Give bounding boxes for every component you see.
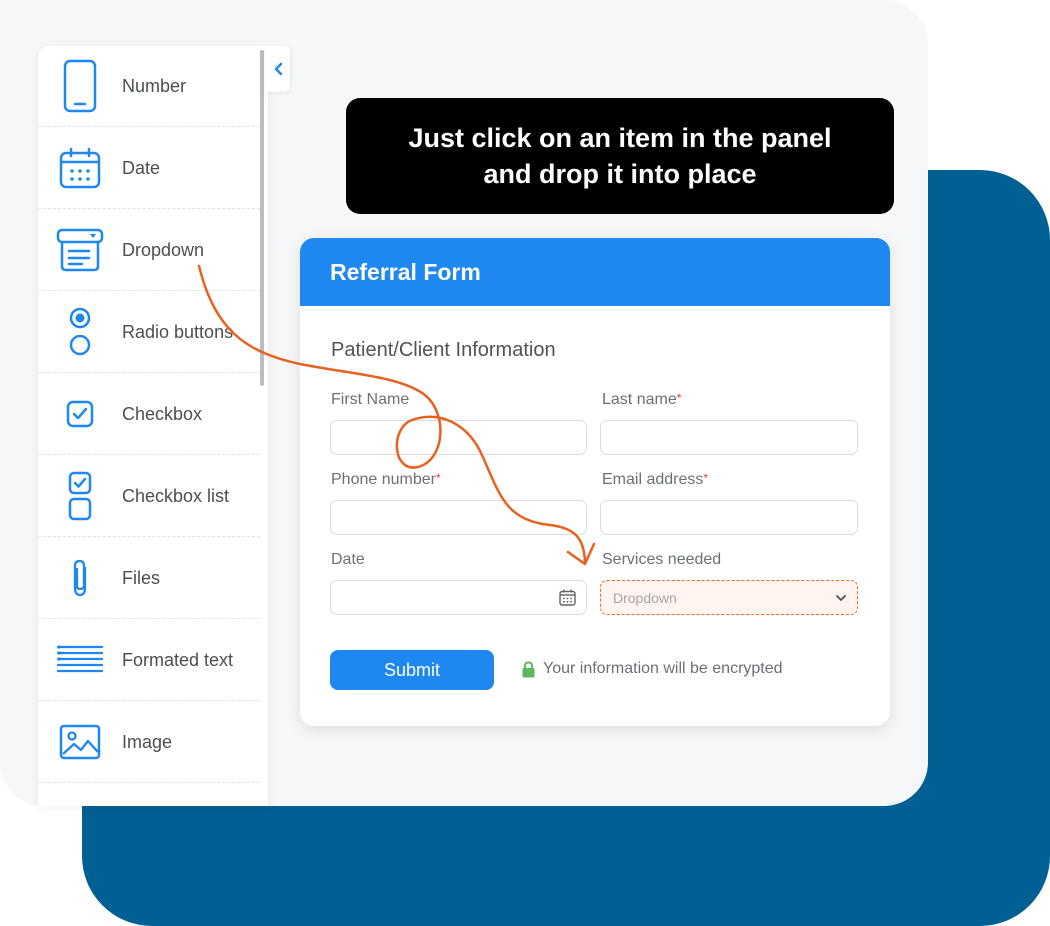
panel-item-label: Checkbox list	[122, 485, 230, 506]
phone-label: Phone number*	[331, 471, 441, 488]
services-dropdown[interactable]: Dropdown	[600, 580, 858, 615]
required-mark: *	[676, 391, 682, 405]
panel-item-label: Dropdown	[122, 239, 205, 260]
panel-item-checkbox[interactable]: Checkbox	[38, 374, 260, 455]
form-header: Referral Form	[300, 238, 890, 306]
submit-button[interactable]: Submit	[330, 650, 494, 690]
panel-item-image[interactable]: Image	[38, 702, 260, 783]
tooltip-line-2: and drop it into place	[483, 159, 757, 189]
email-label: Email address*	[602, 471, 709, 488]
email-input[interactable]	[600, 500, 858, 535]
panel-item-formatted-text[interactable]: Formated text	[38, 620, 260, 701]
services-label: Services needed	[602, 551, 722, 568]
panel-item-label: Radio buttons	[122, 321, 234, 342]
required-mark: *	[703, 471, 709, 485]
checkbox-list-icon	[38, 470, 122, 522]
encryption-note: Your information will be encrypted	[522, 660, 783, 678]
panel-item-label: Files	[122, 567, 161, 588]
panel-item-radio-buttons[interactable]: Radio buttons	[38, 292, 260, 373]
image-icon	[38, 724, 122, 760]
panel-item-date[interactable]: Date	[38, 128, 260, 209]
date-label: Date	[331, 551, 365, 568]
dropdown-placeholder: Dropdown	[613, 589, 677, 606]
checkbox-icon	[38, 400, 122, 428]
section-title: Patient/Client Information	[331, 339, 556, 361]
panel-item-checkbox-list[interactable]: Checkbox list	[38, 456, 260, 537]
instruction-tooltip: Just click on an item in the panel and d…	[346, 98, 894, 214]
calendar-icon	[38, 147, 122, 189]
calendar-icon[interactable]	[559, 589, 576, 606]
tooltip-line-1: Just click on an item in the panel	[408, 123, 832, 153]
last-name-label: Last name*	[602, 391, 682, 408]
dropdown-icon	[38, 228, 122, 272]
encryption-text: Your information will be encrypted	[543, 660, 783, 677]
collapse-panel-button[interactable]	[265, 46, 290, 92]
form-title: Referral Form	[330, 258, 481, 285]
phone-icon	[38, 59, 122, 113]
required-mark: *	[435, 471, 441, 485]
last-name-input[interactable]	[600, 420, 858, 455]
date-input[interactable]	[330, 580, 587, 615]
panel-item-label: Image	[122, 731, 173, 752]
paperclip-icon	[38, 558, 122, 598]
phone-input[interactable]	[330, 500, 587, 535]
panel-item-dropdown[interactable]: Dropdown	[38, 210, 260, 291]
panel-item-label: Date	[122, 157, 161, 178]
referral-form-card: Referral Form Patient/Client Information…	[300, 238, 890, 726]
lock-icon	[522, 660, 535, 677]
radio-icon	[38, 306, 122, 358]
formatted-text-icon	[38, 644, 122, 676]
panel-item-label: Number	[122, 75, 187, 96]
panel-item-files[interactable]: Files	[38, 538, 260, 619]
panel-item-number[interactable]: Number	[38, 46, 260, 127]
panel-scrollbar[interactable]	[260, 50, 264, 386]
chevron-down-icon	[836, 594, 846, 601]
chevron-left-icon	[274, 62, 282, 76]
panel-item-label: Checkbox	[122, 403, 203, 424]
element-panel: Number Date Dropdown Radio buttons Check…	[38, 46, 268, 806]
first-name-input[interactable]	[330, 420, 587, 455]
first-name-label: First Name	[331, 391, 410, 408]
panel-item-label: Formated text	[122, 649, 234, 670]
